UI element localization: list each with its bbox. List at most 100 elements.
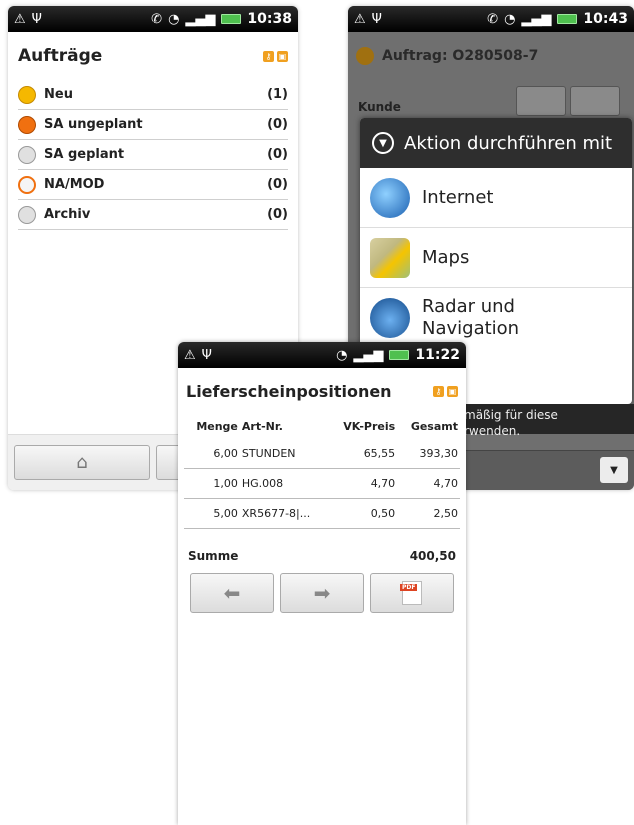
warning-icon: ⚠: [354, 11, 366, 27]
list-item-label: SA geplant: [44, 147, 125, 162]
table-row[interactable]: 5,00 XR5677-8|... 0,50 2,50: [184, 498, 460, 529]
status-dot-icon: [18, 115, 36, 134]
table-row[interactable]: 1,00 HG.008 4,70 4,70: [184, 468, 460, 499]
pdf-icon: PDF: [400, 581, 422, 605]
list-item-count: (0): [267, 147, 288, 162]
navigation-globe-icon: [370, 298, 410, 338]
page-title: Aufträge: [18, 46, 103, 66]
total-label: Summe: [188, 549, 239, 563]
list-item-archiv[interactable]: Archiv (0): [18, 200, 288, 230]
globe-icon: [370, 177, 410, 218]
cell-art-nr: XR5677-8|...: [239, 498, 329, 529]
key-icon[interactable]: ⚷: [263, 50, 274, 62]
key-icon[interactable]: ⚷: [433, 385, 444, 397]
home-button[interactable]: ⌂: [14, 445, 150, 480]
signal-icon: ▂▄▆: [185, 11, 216, 27]
status-bar: ⚠ Ψ ◔ ▂▄▆ 11:22: [178, 342, 466, 368]
signal-icon: ▂▄▆: [521, 11, 552, 27]
wifi-icon: ◔: [168, 11, 180, 27]
column-header-art-nr: Art-Nr.: [241, 420, 283, 433]
cell-vk-preis: 0,50: [328, 498, 398, 529]
total-row: Summe 400,50: [188, 549, 456, 563]
cell-art-nr: HG.008: [239, 468, 329, 499]
orders-list: Neu (1) SA ungeplant (0) SA geplant (0) …: [8, 80, 298, 230]
list-item-count: (0): [267, 117, 288, 132]
list-item-sa-ungeplant[interactable]: SA ungeplant (0): [18, 110, 288, 140]
home-icon: ⌂: [76, 452, 88, 473]
delivery-items-screen: ⚠ Ψ ◔ ▂▄▆ 11:22 Lieferscheinpositionen ⚷…: [178, 342, 466, 825]
arrow-right-icon: ➡: [313, 581, 331, 605]
maps-icon: [370, 237, 410, 278]
status-bar: ⚠ Ψ ✆ ◔ ▂▄▆ 10:38: [8, 6, 298, 32]
usb-icon: Ψ: [31, 11, 42, 27]
dialog-item-label-line1: Radar und: [422, 295, 515, 317]
dropdown-arrow-icon[interactable]: ▼: [600, 457, 628, 483]
positions-table: Menge Art-Nr. VK-Preis Gesamt 6,00 STUND…: [184, 414, 460, 529]
wifi-icon: ◔: [504, 11, 516, 27]
cell-vk-preis: 65,55: [328, 439, 398, 469]
column-header-vk-preis: VK-Preis: [343, 420, 396, 433]
total-value: 400,50: [409, 549, 456, 563]
list-item-na-mod[interactable]: NA/MOD (0): [18, 170, 288, 200]
cell-menge: 6,00: [184, 439, 240, 469]
warning-icon: ⚠: [14, 11, 26, 27]
usb-icon: Ψ: [201, 347, 212, 363]
signal-icon: ▂▄▆: [353, 347, 384, 363]
clock: 10:43: [583, 11, 628, 27]
status-dot-icon: [18, 205, 36, 224]
phone-icon: ✆: [151, 11, 163, 27]
cell-gesamt: 4,70: [397, 468, 460, 499]
dialog-item-internet[interactable]: Internet: [360, 168, 632, 228]
cell-menge: 1,00: [184, 468, 240, 499]
status-dot-icon: [356, 47, 374, 65]
list-item-sa-geplant[interactable]: SA geplant (0): [18, 140, 288, 170]
page-title: Lieferscheinpositionen: [186, 381, 392, 401]
contact-button[interactable]: [516, 86, 566, 116]
column-header-gesamt: Gesamt: [410, 420, 458, 433]
next-button[interactable]: ➡: [280, 573, 364, 613]
call-icon: ✆: [487, 11, 499, 27]
clock: 11:22: [415, 347, 460, 363]
table-row[interactable]: 6,00 STUNDEN 65,55 393,30: [184, 439, 460, 469]
battery-icon: [221, 14, 242, 24]
dialog-item-label: Internet: [422, 187, 494, 208]
cell-art-nr: STUNDEN: [239, 439, 329, 469]
list-item-neu[interactable]: Neu (1): [18, 80, 288, 110]
list-item-count: (1): [267, 87, 288, 102]
list-item-label: Archiv: [44, 207, 91, 222]
status-dot-icon: [18, 145, 36, 164]
list-item-label: NA/MOD: [44, 177, 105, 192]
dialog-item-label-line2: Navigation: [422, 318, 520, 339]
status-bar: ⚠ Ψ ✆ ◔ ▂▄▆ 10:43: [348, 6, 634, 32]
page-title: Auftrag: O280508-7: [382, 48, 539, 64]
dialog-item-navigation[interactable]: Radar und Navigation: [360, 288, 632, 348]
cell-gesamt: 2,50: [397, 498, 460, 529]
battery-icon: [389, 350, 410, 360]
lock-icon[interactable]: ▣: [277, 50, 288, 62]
column-header-menge: Menge: [196, 420, 238, 433]
list-item-count: (0): [267, 207, 288, 222]
dialog-item-maps[interactable]: Maps: [360, 228, 632, 288]
lock-icon[interactable]: ▣: [447, 385, 458, 397]
cell-vk-preis: 4,70: [328, 468, 398, 499]
clock: 10:38: [247, 11, 292, 27]
previous-button[interactable]: ⬅: [190, 573, 274, 613]
usb-icon: Ψ: [371, 11, 382, 27]
arrow-left-icon: ⬅: [223, 581, 241, 605]
hint-line1: mäßig für diese: [464, 408, 558, 422]
status-dot-icon: [18, 85, 36, 104]
pdf-button[interactable]: PDF: [370, 573, 454, 613]
pdf-tag: PDF: [400, 584, 418, 591]
cell-gesamt: 393,30: [397, 439, 460, 469]
person-button[interactable]: [570, 86, 620, 116]
status-dot-icon: [18, 175, 36, 194]
list-item-label: SA ungeplant: [44, 117, 143, 132]
hint-line2: rwenden.: [464, 423, 521, 438]
cell-menge: 5,00: [184, 498, 240, 529]
kunde-label: Kunde: [358, 100, 401, 114]
warning-icon: ⚠: [184, 347, 196, 363]
wifi-icon: ◔: [336, 347, 348, 363]
list-item-count: (0): [267, 177, 288, 192]
dialog-title: Aktion durchführen mit: [404, 132, 613, 154]
nav-buttons: ⬅ ➡ PDF: [190, 573, 456, 613]
